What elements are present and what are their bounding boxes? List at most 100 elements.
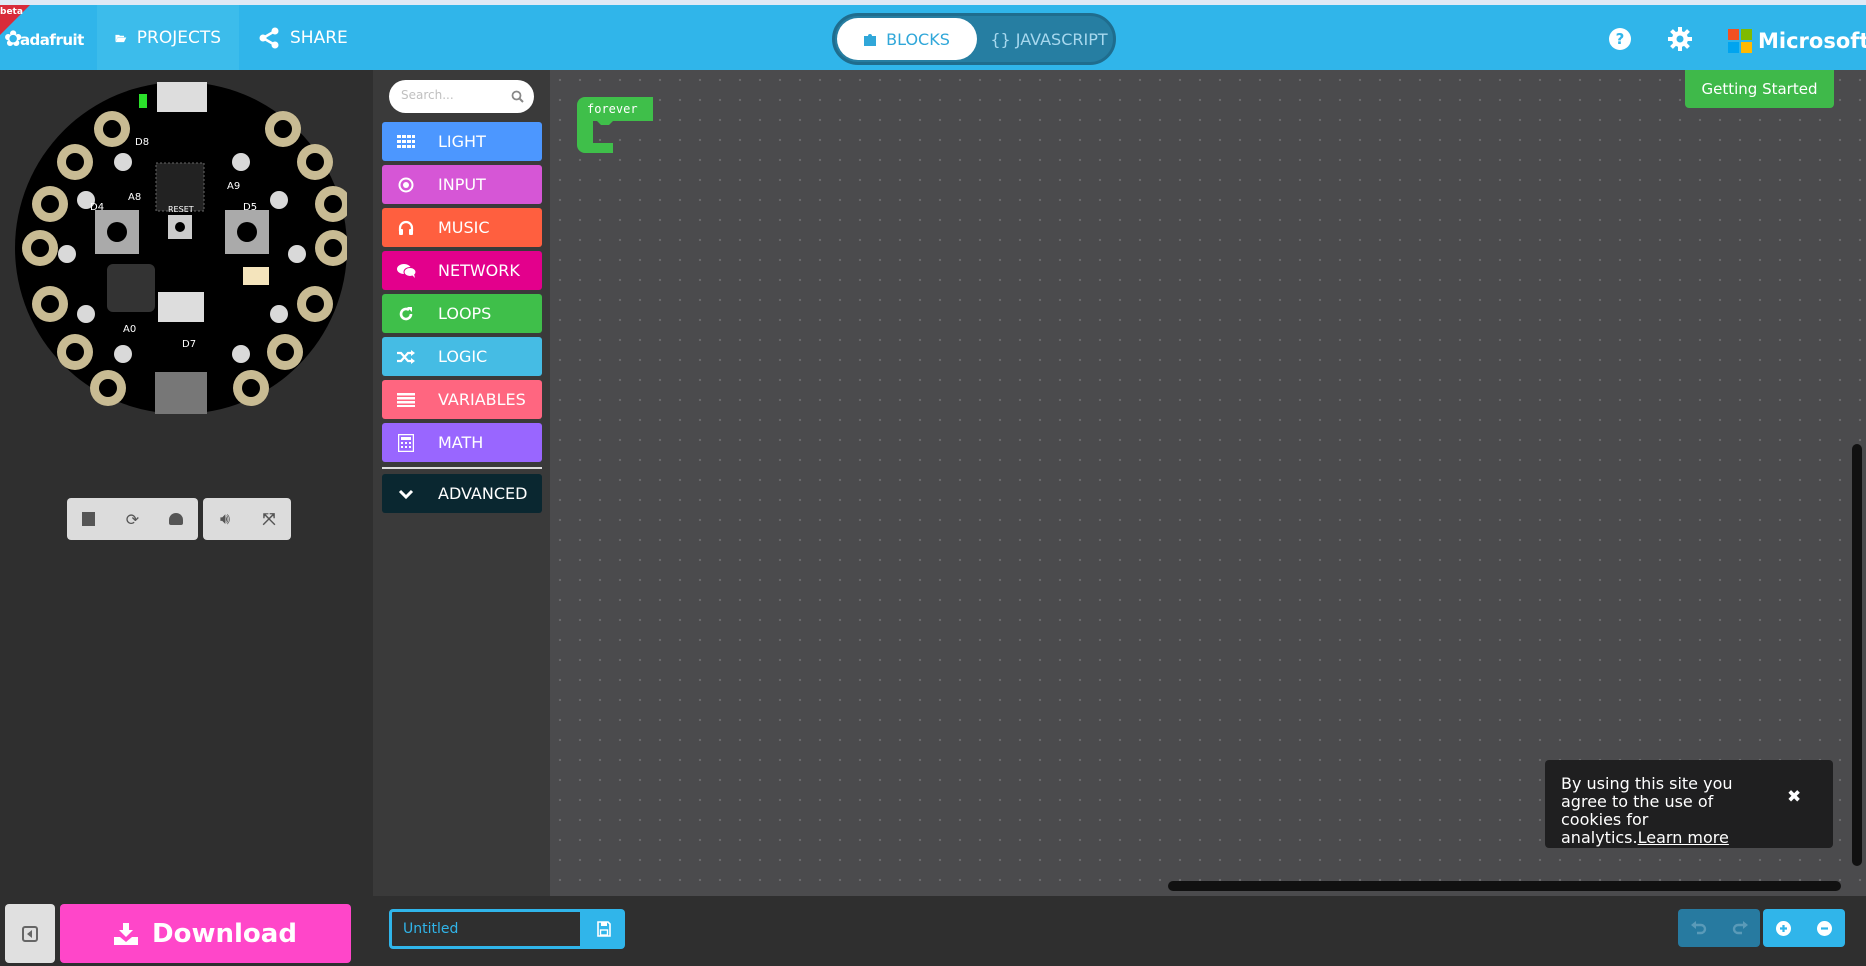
- javascript-tab-label: {} JAVASCRIPT: [990, 29, 1108, 49]
- gear-icon[interactable]: [1668, 27, 1692, 51]
- category-logic[interactable]: LOGIC: [382, 337, 542, 376]
- forever-block-label: forever: [587, 102, 638, 116]
- share-label: SHARE: [290, 27, 348, 48]
- cookie-notice: By using this site you agree to the use …: [1545, 760, 1833, 848]
- restart-button[interactable]: ⟳: [119, 506, 145, 532]
- category-label: NETWORK: [438, 261, 520, 280]
- svg-text:A0: A0: [123, 324, 136, 335]
- forever-block[interactable]: forever: [577, 97, 657, 163]
- svg-text:A9: A9: [227, 181, 240, 192]
- category-music[interactable]: MUSIC: [382, 208, 542, 247]
- blocks-workspace[interactable]: forever Getting Started By using this si…: [550, 70, 1866, 896]
- blocks-tab-label: BLOCKS: [886, 29, 950, 49]
- toolbox-search[interactable]: [389, 80, 534, 113]
- share-icon: [259, 27, 279, 48]
- circuit-playground-board[interactable]: D8 D4 D5 RESET D7 A9 A8 A0: [15, 82, 347, 414]
- svg-text:?: ?: [1616, 30, 1625, 48]
- category-label: ADVANCED: [438, 484, 528, 503]
- horizontal-scrollbar[interactable]: [1168, 881, 1841, 891]
- svg-text:D8: D8: [135, 137, 149, 148]
- svg-text:D7: D7: [182, 339, 196, 350]
- footer-toolbar: Download: [0, 896, 1866, 966]
- undo-redo-group: [1678, 909, 1760, 947]
- projects-label: PROJECTS: [136, 27, 221, 48]
- microsoft-label: Microsoft: [1758, 29, 1866, 53]
- svg-text:D5: D5: [243, 202, 257, 213]
- close-icon[interactable]: ✖: [1787, 788, 1801, 806]
- chip: [155, 162, 205, 212]
- category-loops[interactable]: LOOPS: [382, 294, 542, 333]
- target-icon: [394, 177, 418, 193]
- simulator-controls-main: ⟳: [67, 498, 198, 540]
- category-label: INPUT: [438, 175, 486, 194]
- speaker: [107, 264, 155, 312]
- javascript-tab[interactable]: {} JAVASCRIPT: [985, 18, 1113, 60]
- save-button[interactable]: [583, 909, 625, 949]
- expand-icon: ⤧: [262, 509, 276, 528]
- microphone: [243, 267, 269, 285]
- download-button[interactable]: Download: [60, 904, 351, 963]
- shuffle-icon: [394, 349, 418, 364]
- list-icon: [394, 392, 418, 407]
- stop-button[interactable]: [76, 506, 102, 532]
- folder-open-icon: [115, 34, 127, 42]
- adafruit-logo[interactable]: ✿ adafruit: [4, 27, 84, 52]
- share-button[interactable]: SHARE: [240, 5, 366, 70]
- volume-icon: 🔊︎: [219, 509, 231, 528]
- category-input[interactable]: INPUT: [382, 165, 542, 204]
- loop-icon: [394, 306, 418, 322]
- category-variables[interactable]: VARIABLES: [382, 380, 542, 419]
- question-circle-icon[interactable]: ?: [1608, 27, 1632, 51]
- power-led: [139, 94, 147, 108]
- logo-text: adafruit: [19, 30, 84, 49]
- svg-text:D4: D4: [90, 202, 104, 213]
- zoom-in-icon[interactable]: [1776, 920, 1791, 936]
- collapse-icon: [22, 925, 38, 942]
- search-input[interactable]: [401, 88, 501, 102]
- search-icon[interactable]: [511, 90, 524, 103]
- fullscreen-button[interactable]: ⤧: [256, 506, 282, 532]
- slow-mo-button[interactable]: [163, 506, 189, 532]
- svg-text:A8: A8: [128, 192, 141, 203]
- redo-icon[interactable]: [1732, 921, 1748, 935]
- getting-started-button[interactable]: Getting Started: [1685, 70, 1834, 108]
- snail-icon: [169, 513, 184, 525]
- save-icon: [597, 921, 611, 937]
- microsoft-grid-icon: [1728, 29, 1752, 53]
- category-network[interactable]: NETWORK: [382, 251, 542, 290]
- download-icon: [114, 922, 139, 945]
- category-advanced[interactable]: ADVANCED: [382, 474, 542, 513]
- zoom-out-icon[interactable]: [1817, 920, 1832, 936]
- stop-icon: [82, 512, 96, 526]
- download-label: Download: [152, 918, 297, 949]
- slide-switch: [158, 292, 204, 322]
- project-name-input[interactable]: [392, 912, 580, 946]
- zoom-group: [1763, 909, 1845, 947]
- simulator-panel: D8 D4 D5 RESET D7 A9 A8 A0 ⟳ 🔊︎ ⤧: [0, 70, 373, 896]
- category-label: MUSIC: [438, 218, 490, 237]
- category-math[interactable]: MATH: [382, 423, 542, 462]
- category-label: VARIABLES: [438, 390, 526, 409]
- category-label: LIGHT: [438, 132, 486, 151]
- vertical-scrollbar[interactable]: [1852, 444, 1862, 866]
- calculator-icon: [394, 433, 418, 452]
- collapse-simulator-button[interactable]: [5, 904, 55, 963]
- category-label: LOGIC: [438, 347, 488, 366]
- beta-label: beta: [0, 7, 23, 17]
- learn-more-link[interactable]: Learn more: [1638, 828, 1729, 847]
- chat-icon: [394, 263, 418, 278]
- battery-connector: [155, 372, 207, 414]
- editor-toggle: BLOCKS {} JAVASCRIPT: [832, 13, 1116, 65]
- blocks-tab[interactable]: BLOCKS: [837, 18, 977, 60]
- toolbox: LIGHT INPUT MUSIC NETWORK LOOPS LOGIC VA…: [373, 70, 550, 896]
- usb-port: [157, 82, 207, 112]
- mute-button[interactable]: 🔊︎: [212, 506, 238, 532]
- category-light[interactable]: LIGHT: [382, 122, 542, 161]
- project-name-field[interactable]: [389, 909, 583, 949]
- projects-button[interactable]: PROJECTS: [97, 5, 239, 70]
- puzzle-icon: [864, 34, 877, 46]
- toolbox-divider: [382, 467, 542, 469]
- grid-icon: [394, 134, 418, 149]
- undo-icon[interactable]: [1690, 921, 1707, 935]
- microsoft-logo[interactable]: Microsoft: [1728, 29, 1866, 53]
